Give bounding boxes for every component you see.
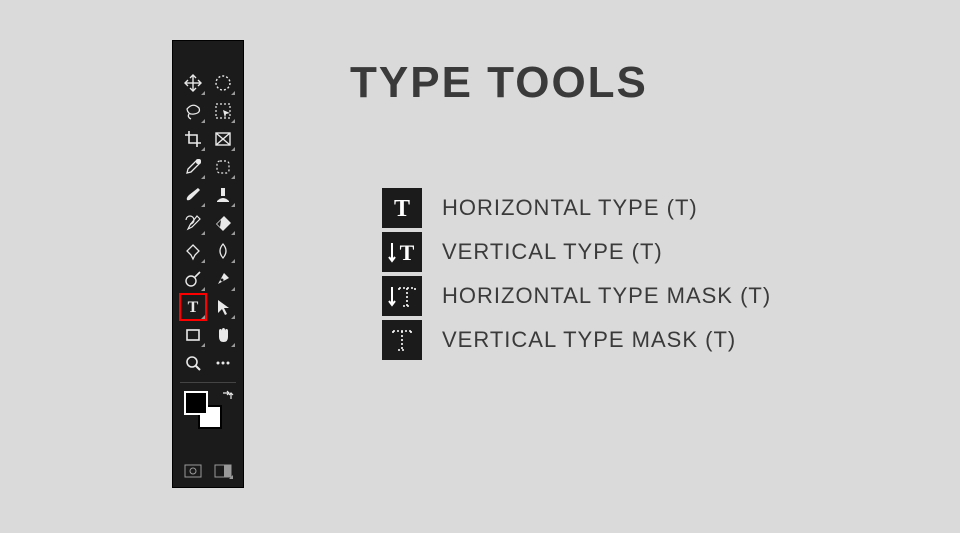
list-item: HORIZONTAL TYPE MASK (T) xyxy=(382,274,771,318)
color-swatches[interactable] xyxy=(172,389,244,437)
vertical-type-icon: T xyxy=(382,232,422,272)
list-item: T VERTICAL TYPE (T) xyxy=(382,230,771,274)
crop-tool[interactable] xyxy=(180,126,206,152)
path-select-tool[interactable] xyxy=(210,294,236,320)
svg-text:T: T xyxy=(400,240,415,265)
lasso-tool[interactable] xyxy=(180,98,206,124)
foreground-swatch[interactable] xyxy=(184,391,208,415)
pen-tool[interactable] xyxy=(210,266,236,292)
clone-stamp-tool[interactable] xyxy=(210,182,236,208)
horizontal-type-icon: T xyxy=(382,188,422,228)
dodge-tool[interactable] xyxy=(180,266,206,292)
list-item: T HORIZONTAL TYPE (T) xyxy=(382,186,771,230)
marquee-tool[interactable] xyxy=(210,70,236,96)
eyedropper-tool[interactable] xyxy=(180,154,206,180)
photoshop-toolbar: T xyxy=(172,40,244,488)
type-tools-list: T HORIZONTAL TYPE (T) T VERTICAL TYPE (T… xyxy=(382,186,771,362)
move-tool[interactable] xyxy=(180,70,206,96)
svg-text:T: T xyxy=(188,299,199,316)
page-title: TYPE TOOLS xyxy=(350,58,648,108)
hand-tool[interactable] xyxy=(210,322,236,348)
quick-select-tool[interactable] xyxy=(210,98,236,124)
quick-mask-icon[interactable] xyxy=(182,462,204,480)
screen-mode-icon[interactable] xyxy=(212,462,234,480)
horizontal-type-mask-icon xyxy=(382,276,422,316)
zoom-tool[interactable] xyxy=(180,350,206,376)
type-tool[interactable]: T xyxy=(180,294,206,320)
toolbar-separator xyxy=(180,382,236,383)
list-item-label: VERTICAL TYPE (T) xyxy=(442,239,663,265)
eraser-tool[interactable] xyxy=(210,210,236,236)
swap-colors-icon[interactable] xyxy=(220,389,234,403)
spot-heal-tool[interactable] xyxy=(210,154,236,180)
list-item-label: HORIZONTAL TYPE MASK (T) xyxy=(442,283,771,309)
slice-tool[interactable] xyxy=(210,126,236,152)
shape-tool[interactable] xyxy=(180,322,206,348)
list-item-label: HORIZONTAL TYPE (T) xyxy=(442,195,698,221)
more-tools[interactable] xyxy=(210,350,236,376)
brush-tool[interactable] xyxy=(180,182,206,208)
list-item-label: VERTICAL TYPE MASK (T) xyxy=(442,327,736,353)
list-item: VERTICAL TYPE MASK (T) xyxy=(382,318,771,362)
blur-tool[interactable] xyxy=(210,238,236,264)
gradient-tool[interactable] xyxy=(180,238,206,264)
history-brush-tool[interactable] xyxy=(180,210,206,236)
vertical-type-mask-icon xyxy=(382,320,422,360)
svg-text:T: T xyxy=(394,196,410,222)
